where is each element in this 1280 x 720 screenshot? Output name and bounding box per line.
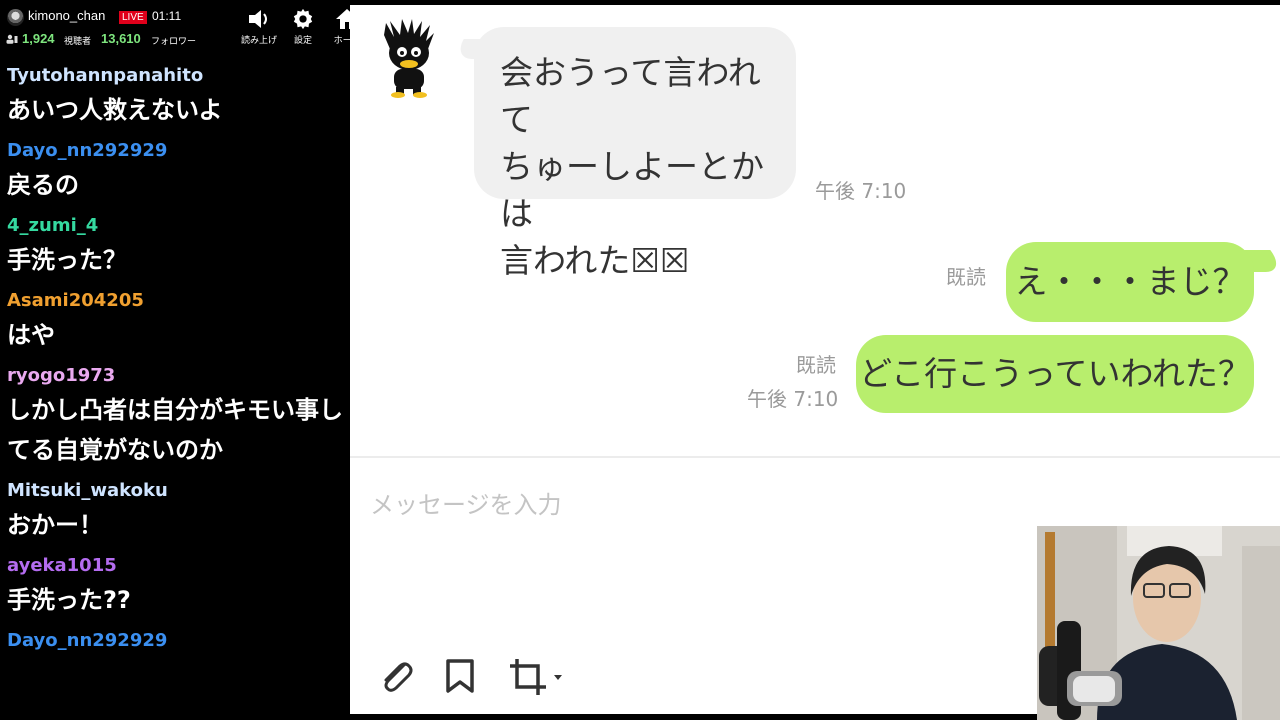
comment-text: はや: [7, 321, 55, 349]
contact-avatar[interactable]: [380, 19, 438, 99]
streamer-camera-image: [1037, 526, 1280, 720]
incoming-line: ちゅーしよーとかは: [500, 147, 764, 233]
comment-text: 手洗った？: [7, 246, 127, 274]
settings-button[interactable]: 設定: [281, 6, 325, 46]
incoming-timestamp: 午後 7:10: [815, 179, 907, 203]
read-receipt: 既読: [796, 353, 836, 377]
comment-item: 4_zumi_4 手洗った？: [0, 212, 350, 280]
read-aloud-button[interactable]: 読み上げ: [237, 6, 281, 46]
viewer-label: 視聴者: [64, 37, 92, 47]
channel-avatar: [7, 9, 24, 26]
home-icon: [336, 9, 350, 29]
follower-count: 13,610: [101, 31, 141, 46]
comment-item: Dayo_nn292929: [0, 627, 350, 655]
outgoing-timestamp: 午後 7:10: [747, 387, 839, 411]
comment-item: ayeka1015 手洗った??: [0, 552, 350, 620]
comment-text: 戻るの: [7, 171, 79, 199]
home-button[interactable]: ホーム: [325, 6, 350, 46]
viewers-icon: [6, 34, 18, 44]
read-aloud-label: 読み上げ: [240, 36, 277, 46]
comment-text: 手洗った??: [7, 586, 131, 614]
comment-item: Asami204205 はや: [0, 287, 350, 355]
comment-user[interactable]: 4_zumi_4: [7, 212, 343, 240]
comment-list: Tyutohannpanahito あいつ人救えないよ Dayo_nn29292…: [0, 62, 350, 662]
comment-item: Mitsuki_wakoku おかー！: [0, 477, 350, 545]
outgoing-message-bubble[interactable]: どこ行こうっていわれた？: [856, 335, 1254, 413]
speaker-icon: [249, 10, 267, 28]
stream-status-bar: kimono_chan LIVE 01:11 1,924 視聴者 13,610 …: [0, 0, 350, 52]
channel-name: kimono_chan: [28, 8, 106, 23]
comment-user[interactable]: Dayo_nn292929: [7, 627, 343, 655]
viewer-count: 1,924: [22, 31, 55, 46]
input-divider: [350, 456, 1280, 458]
comment-user[interactable]: Asami204205: [7, 287, 343, 315]
comment-user[interactable]: Mitsuki_wakoku: [7, 477, 343, 505]
read-receipt: 既読: [946, 265, 986, 289]
crop-icon[interactable]: [508, 657, 568, 697]
comment-item: ryogo1973 しかし凸者は自分がキモい事してる自覚がないのか: [0, 362, 350, 470]
gear-icon: [293, 8, 313, 30]
incoming-line: 言われた☒☒: [500, 241, 690, 280]
incoming-line: 会おうって言われて: [500, 53, 761, 139]
comment-user[interactable]: Tyutohannpanahito: [7, 62, 343, 90]
home-label: ホーム: [333, 36, 350, 46]
settings-label: 設定: [293, 36, 312, 46]
follower-label: フォロワー: [151, 37, 197, 47]
elapsed-time: 01:11: [152, 9, 182, 23]
outgoing-message-bubble[interactable]: え・・・まじ？: [1006, 242, 1254, 322]
comment-panel: kimono_chan LIVE 01:11 1,924 視聴者 13,610 …: [0, 0, 350, 720]
comment-text: あいつ人救えないよ: [7, 96, 223, 124]
incoming-message-bubble[interactable]: 会おうって言われて ちゅーしよーとかは 言われた☒☒: [474, 27, 796, 280]
bookmark-icon[interactable]: [444, 657, 476, 697]
comment-text: しかし凸者は自分がキモい事してる自覚がないのか: [7, 396, 343, 464]
comment-user[interactable]: ryogo1973: [7, 362, 343, 390]
comment-item: Tyutohannpanahito あいつ人救えないよ: [0, 62, 350, 130]
comment-text: おかー！: [7, 511, 103, 539]
message-input[interactable]: メッセージを入力: [370, 485, 562, 520]
paperclip-icon[interactable]: [376, 657, 416, 697]
webcam-overlay: [1037, 526, 1280, 720]
comment-item: Dayo_nn292929 戻るの: [0, 137, 350, 205]
comment-user[interactable]: ayeka1015: [7, 552, 343, 580]
comment-user[interactable]: Dayo_nn292929: [7, 137, 343, 165]
live-badge: LIVE: [119, 11, 147, 24]
